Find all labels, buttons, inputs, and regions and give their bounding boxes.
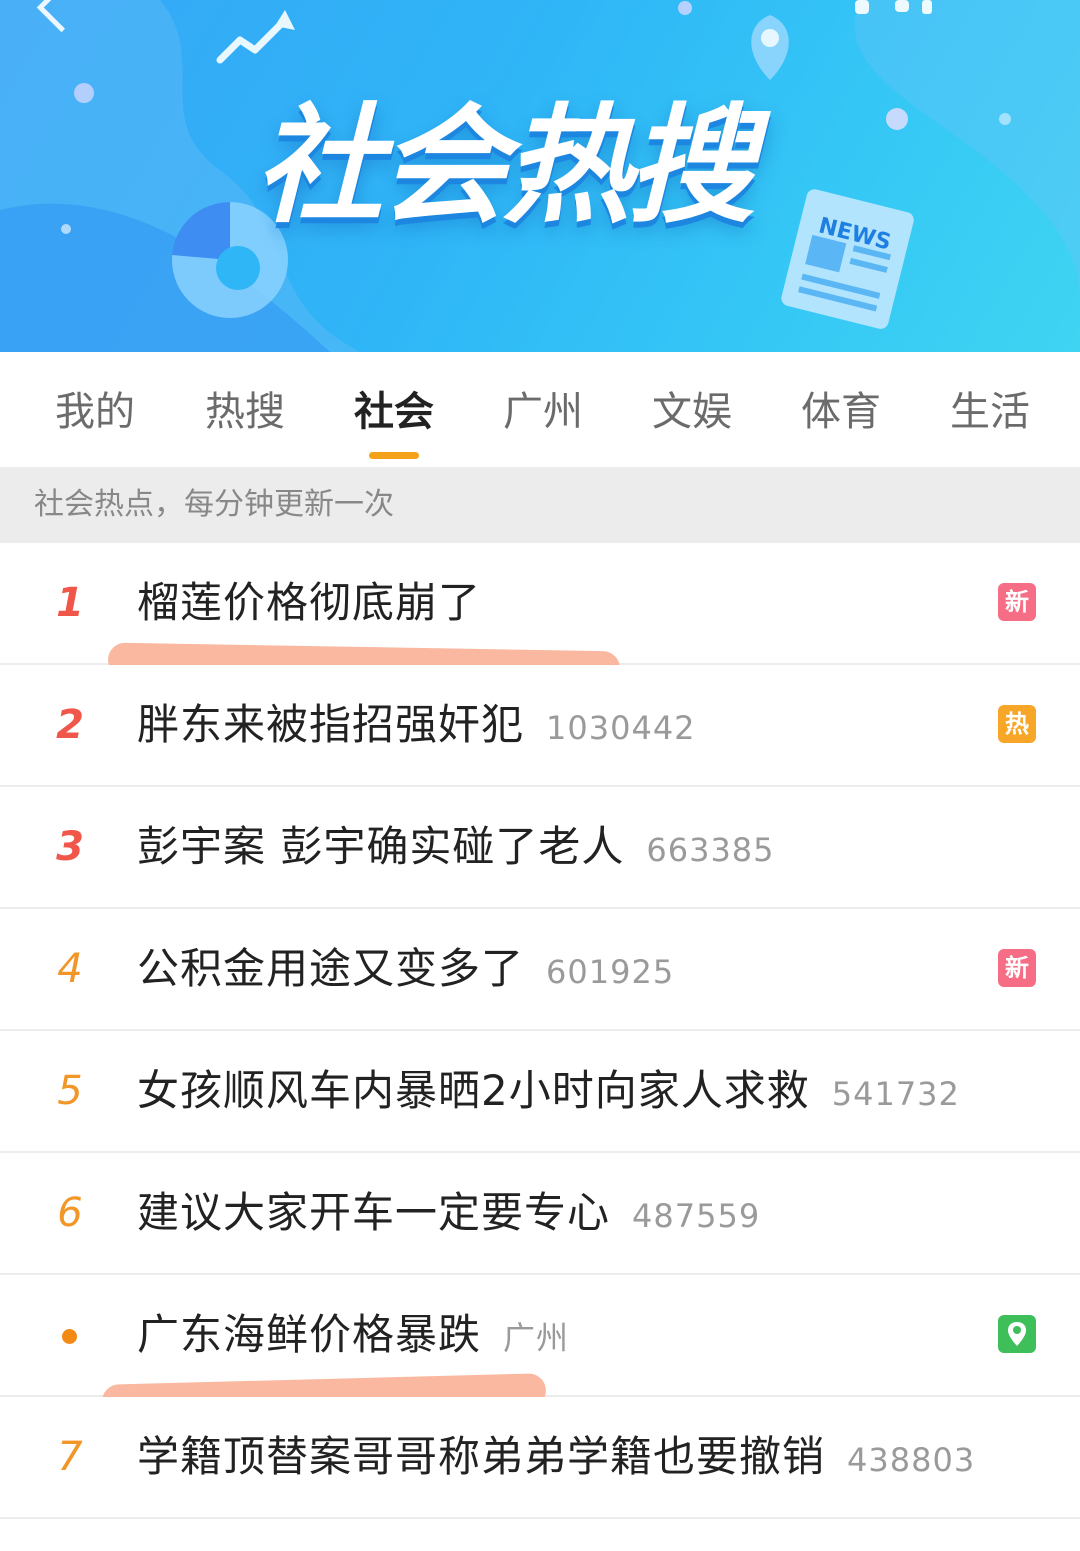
tab-life[interactable]: 生活	[935, 384, 1045, 440]
divider	[0, 1517, 1080, 1519]
tab-entertainment[interactable]: 文娱	[637, 384, 747, 440]
list-item[interactable]: 4 公积金用途又变多了 601925 新	[0, 909, 1080, 1031]
hot-badge: 热	[998, 705, 1036, 743]
rank-number: 2	[56, 702, 84, 748]
item-title-wrap: 榴莲价格彻底崩了	[137, 571, 503, 635]
item-title-wrap: 广东海鲜价格暴跌 广州	[137, 1303, 569, 1367]
item-count: 663385	[646, 831, 775, 869]
category-tabs: 我的 热搜 社会 广州 文娱 体育 生活	[0, 352, 1080, 466]
item-title-wrap: 胖东来被指招强奸犯 1030442	[137, 693, 696, 757]
item-title: 胖东来被指招强奸犯	[137, 700, 525, 749]
item-count: 438803	[847, 1441, 976, 1479]
item-title-wrap: 彭宇案 彭宇确实碰了老人 663385	[137, 815, 775, 879]
rank-number: 4	[57, 946, 83, 992]
rank-number: 7	[57, 1434, 83, 1480]
item-title: 彭宇案 彭宇确实碰了老人	[137, 822, 625, 871]
item-count: 487559	[632, 1197, 761, 1235]
item-count: 1030442	[546, 709, 696, 747]
item-title-wrap: 女孩顺风车内暴晒2小时向家人求救 541732	[137, 1059, 960, 1123]
list-item[interactable]: 2 胖东来被指招强奸犯 1030442 热	[0, 665, 1080, 787]
item-title: 广东海鲜价格暴跌	[137, 1310, 482, 1359]
new-badge: 新	[998, 583, 1036, 621]
item-location: 广州	[503, 1319, 570, 1357]
hero-banner: 社会热搜 NEWS	[0, 0, 1080, 352]
item-title: 榴莲价格彻底崩了	[137, 578, 482, 627]
update-notice-bar: 社会热点，每分钟更新一次	[0, 467, 1080, 543]
list-item[interactable]: 7 学籍顶替案哥哥称弟弟学籍也要撤销 438803	[0, 1397, 1080, 1519]
item-title-wrap: 建议大家开车一定要专心 487559	[137, 1181, 760, 1245]
local-dot-icon	[62, 1329, 77, 1344]
tab-society[interactable]: 社会	[339, 384, 449, 440]
tab-sports[interactable]: 体育	[786, 384, 896, 440]
rank-number: 5	[57, 1068, 83, 1114]
item-count: 541732	[831, 1075, 960, 1113]
update-notice-text: 社会热点，每分钟更新一次	[34, 487, 394, 522]
rank-number: 6	[57, 1190, 83, 1236]
rank-number: 3	[56, 824, 84, 870]
item-title: 学籍顶替案哥哥称弟弟学籍也要撤销	[137, 1432, 826, 1481]
item-title: 女孩顺风车内暴晒2小时向家人求救	[137, 1066, 810, 1115]
location-pin-icon	[998, 1315, 1036, 1353]
list-item[interactable]: 5 女孩顺风车内暴晒2小时向家人求救 541732	[0, 1031, 1080, 1153]
item-title: 公积金用途又变多了	[137, 944, 525, 993]
list-item[interactable]: 6 建议大家开车一定要专心 487559	[0, 1153, 1080, 1275]
list-item[interactable]: 3 彭宇案 彭宇确实碰了老人 663385	[0, 787, 1080, 909]
item-count: 601925	[546, 953, 675, 991]
tab-hot-search[interactable]: 热搜	[190, 384, 300, 440]
item-title-wrap: 公积金用途又变多了 601925	[137, 937, 674, 1001]
active-tab-indicator	[369, 452, 419, 459]
item-title: 建议大家开车一定要专心	[137, 1188, 611, 1237]
tab-guangzhou[interactable]: 广州	[488, 384, 598, 440]
item-title-wrap: 学籍顶替案哥哥称弟弟学籍也要撤销 438803	[137, 1425, 975, 1489]
banner-title: 社会热搜	[255, 92, 755, 241]
tab-mine[interactable]: 我的	[40, 384, 150, 440]
rank-number: 1	[56, 580, 84, 626]
new-badge: 新	[998, 949, 1036, 987]
